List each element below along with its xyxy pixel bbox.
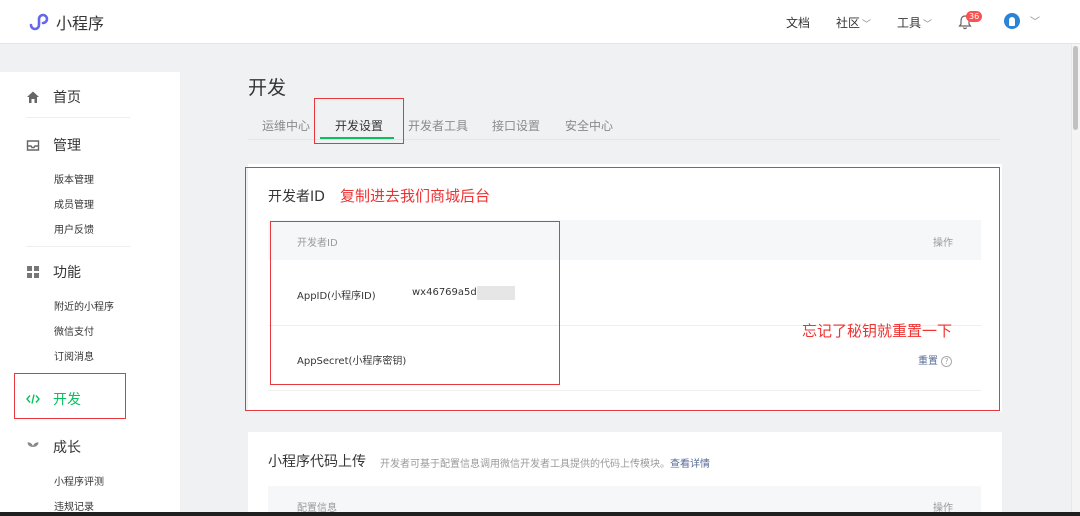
nav-tools[interactable]: 工具 ﹀ xyxy=(897,14,932,31)
sidebar-subitem-evaluation[interactable]: 小程序评测 xyxy=(54,473,104,488)
tab-dev-tools[interactable]: 开发者工具 xyxy=(408,117,468,134)
annotation-box-credentials xyxy=(270,221,560,385)
upload-description-text: 开发者可基于配置信息调用微信开发者工具提供的代码上传模块。 xyxy=(380,459,670,470)
sidebar-item-features[interactable]: 功能 xyxy=(26,262,81,282)
sidebar-subitem-subscribe-message[interactable]: 订阅消息 xyxy=(54,348,94,363)
nav-docs[interactable]: 文档 xyxy=(786,14,810,31)
notification-badge: 36 xyxy=(966,11,983,22)
sidebar-divider xyxy=(26,117,130,118)
chevron-down-icon: ﹀ xyxy=(862,20,872,30)
inbox-icon xyxy=(26,140,40,151)
chevron-down-icon[interactable]: ﹀ xyxy=(1030,13,1040,28)
window-bottom-edge xyxy=(0,512,1080,516)
page-title: 开发 xyxy=(248,77,287,99)
app-title: 小程序 xyxy=(56,14,105,33)
nav-community[interactable]: 社区 ﹀ xyxy=(836,14,871,31)
sidebar-item-growth[interactable]: 成长 xyxy=(26,437,81,457)
sidebar-item-home[interactable]: 首页 xyxy=(26,87,81,107)
tab-security-center[interactable]: 安全中心 xyxy=(565,117,613,134)
scrollbar-thumb[interactable] xyxy=(1073,46,1078,130)
sidebar-subitem-members[interactable]: 成员管理 xyxy=(54,196,94,211)
sidebar-item-label: 管理 xyxy=(53,138,81,154)
sidebar-item-manage[interactable]: 管理 xyxy=(26,135,81,155)
tab-api-settings[interactable]: 接口设置 xyxy=(492,117,540,134)
sidebar-subitem-violations[interactable]: 违规记录 xyxy=(54,498,94,513)
view-details-link[interactable]: 查看详情 xyxy=(670,459,710,470)
nav-community-label: 社区 xyxy=(836,16,861,30)
app-logo[interactable]: 小程序 xyxy=(27,10,104,34)
avatar[interactable] xyxy=(1004,13,1020,29)
upload-description: 开发者可基于配置信息调用微信开发者工具提供的代码上传模块。查看详情 xyxy=(380,455,710,470)
top-navbar: 小程序 文档 社区 ﹀ 工具 ﹀ 36 ﹀ xyxy=(0,0,1080,44)
sidebar-subitem-wechat-pay[interactable]: 微信支付 xyxy=(54,323,94,338)
sidebar-divider xyxy=(26,246,130,247)
miniprogram-logo-icon xyxy=(29,13,49,31)
chevron-down-icon: ﹀ xyxy=(923,20,933,30)
sidebar-item-label: 功能 xyxy=(53,265,81,281)
sidebar-item-label: 首页 xyxy=(53,90,81,106)
grid-icon xyxy=(27,266,39,278)
sidebar-subitem-version[interactable]: 版本管理 xyxy=(54,171,94,186)
sprout-icon xyxy=(27,442,39,453)
sidebar-item-label: 成长 xyxy=(53,440,81,456)
card-title: 小程序代码上传 xyxy=(268,454,366,470)
sidebar-subitem-nearby[interactable]: 附近的小程序 xyxy=(54,298,114,313)
annotation-box-dev-settings xyxy=(314,98,404,144)
sidebar-subitem-feedback[interactable]: 用户反馈 xyxy=(54,221,94,236)
home-icon xyxy=(27,91,39,103)
nav-tools-label: 工具 xyxy=(897,16,922,30)
tab-ops-center[interactable]: 运维中心 xyxy=(262,117,310,134)
annotation-box-develop xyxy=(14,373,126,419)
